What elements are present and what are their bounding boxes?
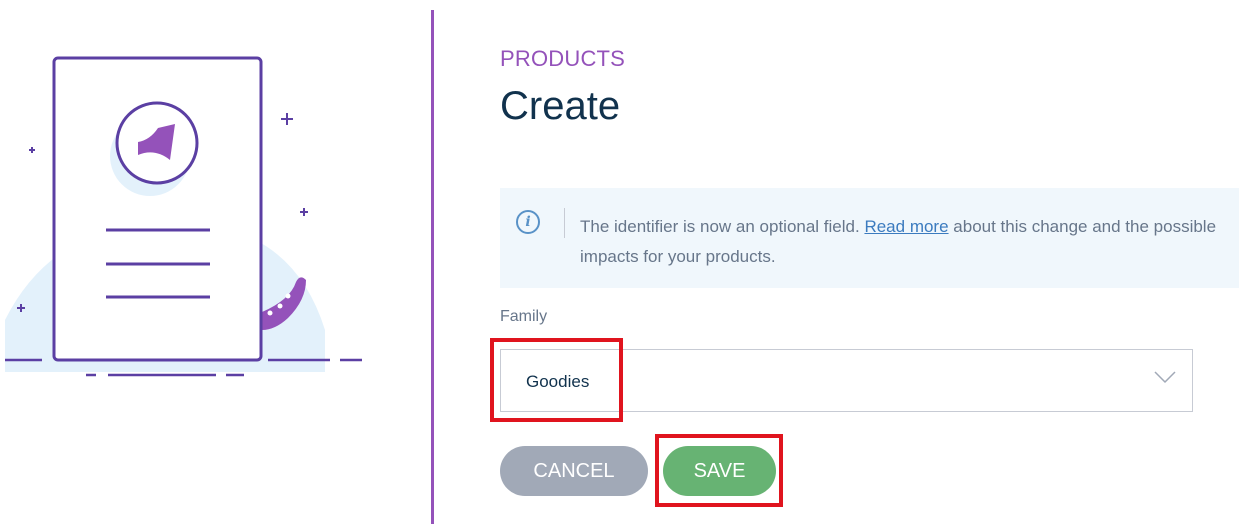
- vertical-divider: [431, 10, 434, 524]
- info-separator: [564, 208, 565, 238]
- chevron-down-icon: [1154, 371, 1176, 384]
- info-icon: i: [516, 210, 540, 234]
- info-banner: i The identifier is now an optional fiel…: [500, 188, 1239, 288]
- info-text-before-link: The identifier is now an optional field.: [580, 217, 865, 236]
- info-text: The identifier is now an optional field.…: [580, 212, 1220, 272]
- family-select[interactable]: Goodies: [500, 349, 1193, 412]
- section-label: PRODUCTS: [500, 46, 626, 71]
- family-field-label: Family: [500, 308, 548, 325]
- read-more-link[interactable]: Read more: [864, 217, 948, 236]
- page-title: Create: [500, 84, 621, 128]
- product-create-illustration: [5, 56, 362, 377]
- family-selected-value: Goodies: [526, 372, 590, 391]
- save-button[interactable]: SAVE: [663, 446, 776, 496]
- cancel-button[interactable]: CANCEL: [500, 446, 648, 496]
